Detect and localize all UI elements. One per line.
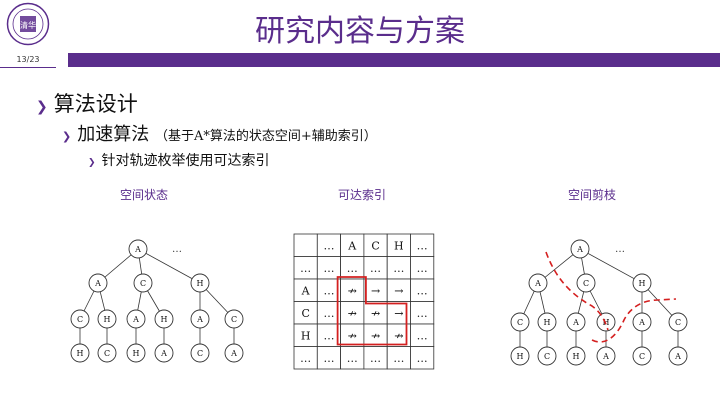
left-tree-node-label: C [140, 279, 146, 288]
grid-cell-label: C [301, 307, 309, 320]
grid-cell-label: … [417, 352, 428, 365]
right-tree-node-label: A [534, 279, 541, 288]
bullet-level2: ❯ 加速算法 （基于A*算法的状态空间+辅助索引） [62, 120, 377, 146]
right-tree-node-label: H [573, 352, 580, 361]
grid-cell-label: … [417, 262, 428, 275]
grid-cell-label: ↛ [348, 307, 357, 320]
left-tree-node-label: C [104, 349, 110, 358]
left-tree-node-label: A [160, 349, 167, 358]
grid-cell-label: → [371, 284, 380, 297]
grid-cell-label: … [323, 307, 334, 320]
grid-cell-label: A [301, 284, 311, 297]
bullet-level1-text: 算法设计 [53, 92, 138, 116]
header-stripe [68, 53, 720, 67]
bullet-level3-text: 针对轨迹枚举使用可达索引 [101, 153, 270, 169]
left-tree-node-label: H [133, 349, 140, 358]
grid-cell-label: … [300, 262, 311, 275]
right-tree-node-label: C [583, 279, 589, 288]
grid-cell-label: → [394, 284, 403, 297]
page-bar: 13/23 [0, 53, 720, 68]
grid-cell-label: ↛ [371, 329, 380, 342]
left-tree-node-label: H [161, 315, 168, 324]
grid-cell-label: … [347, 262, 358, 275]
grid-cell-label: … [393, 262, 404, 275]
right-tree-node-label: A [602, 352, 609, 361]
state-space-tree: A A C H C H A H A C H C H A C A … [70, 239, 244, 363]
right-tree-node-label: A [674, 352, 681, 361]
left-tree-node-label: A [196, 315, 203, 324]
right-tree-ellipsis: … [615, 244, 625, 255]
grid-cell [293, 233, 318, 257]
bullet-level1: ❯ 算法设计 [36, 88, 138, 118]
bullet-level3: ❯ 针对轨迹枚举使用可达索引 [88, 150, 270, 170]
caption-pruning: 空间剪枝 [567, 188, 617, 202]
left-tree-node-label: A [230, 349, 237, 358]
left-tree-ellipsis: … [172, 244, 182, 255]
right-tree-node-label: A [576, 245, 583, 254]
grid-cell-label: C [371, 239, 379, 252]
grid-cell-label: … [300, 352, 311, 365]
right-tree-node-label: A [572, 318, 579, 327]
grid-cell-label: … [370, 352, 381, 365]
page-number: 13/23 [0, 53, 56, 68]
grid-cell-label: ↛ [371, 307, 380, 320]
grid-cell-label: ↛ [394, 329, 403, 342]
grid-cell-label: … [323, 329, 334, 342]
pruned-tree: AA C HC H A H A CH C H A C A… [510, 239, 688, 366]
chevron-right-icon: ❯ [88, 158, 96, 168]
grid-cell-label: … [417, 329, 428, 342]
chevron-right-icon: ❯ [36, 99, 48, 115]
grid-cell-label: … [417, 307, 428, 320]
grid-cell-label: ↛ [348, 284, 357, 297]
grid-cell-label: A [347, 239, 357, 252]
bullet-level2-note: （基于A*算法的状态空间+辅助索引） [154, 129, 377, 144]
left-tree-node-label: H [104, 315, 111, 324]
grid-cell-label: ↛ [348, 329, 357, 342]
left-tree-node-label: H [197, 279, 204, 288]
left-tree-node-label: A [94, 279, 101, 288]
right-tree-node-label: C [517, 318, 523, 327]
reach-index-grid: … A C H……………… …A… ↛ → → …C… ↛ ↛ → …H… ↛ ↛ ↛………………… [293, 233, 435, 370]
right-tree-node-label: C [544, 352, 550, 361]
grid-cell-label: … [417, 284, 428, 297]
grid-cell-label: → [394, 307, 403, 320]
right-tree-node-label: A [638, 318, 645, 327]
right-tree-node-label: C [675, 318, 681, 327]
slide-title: 研究内容与方案 [255, 14, 465, 49]
caption-reach-index: 可达索引 [337, 188, 387, 202]
right-tree-node-label: H [544, 318, 551, 327]
grid-cell-label: … [370, 262, 381, 275]
grid-cell-label: … [393, 352, 404, 365]
left-tree-node-label: C [231, 315, 237, 324]
right-tree-node-label: H [517, 352, 524, 361]
grid-cell-label: … [323, 352, 334, 365]
left-tree-node-label: C [77, 315, 83, 324]
caption-state-space: 空间状态 [119, 188, 169, 202]
grid-cell-label: … [323, 262, 334, 275]
bullet-level2-text: 加速算法 [77, 124, 150, 145]
right-tree-node-label: H [639, 279, 646, 288]
left-tree-node-label: A [134, 245, 141, 254]
grid-cell-label: … [417, 239, 428, 252]
left-tree-node-label: A [132, 315, 139, 324]
right-tree-node-label: C [639, 352, 645, 361]
left-tree-node-label: C [197, 349, 203, 358]
grid-cell-label: H [394, 239, 404, 252]
grid-cell-label: H [301, 329, 311, 342]
grid-cell-label: … [323, 239, 334, 252]
left-tree-node-label: H [77, 349, 84, 358]
grid-cell-label: … [323, 284, 334, 297]
chevron-right-icon: ❯ [62, 130, 72, 143]
grid-cell-label: … [347, 352, 358, 365]
